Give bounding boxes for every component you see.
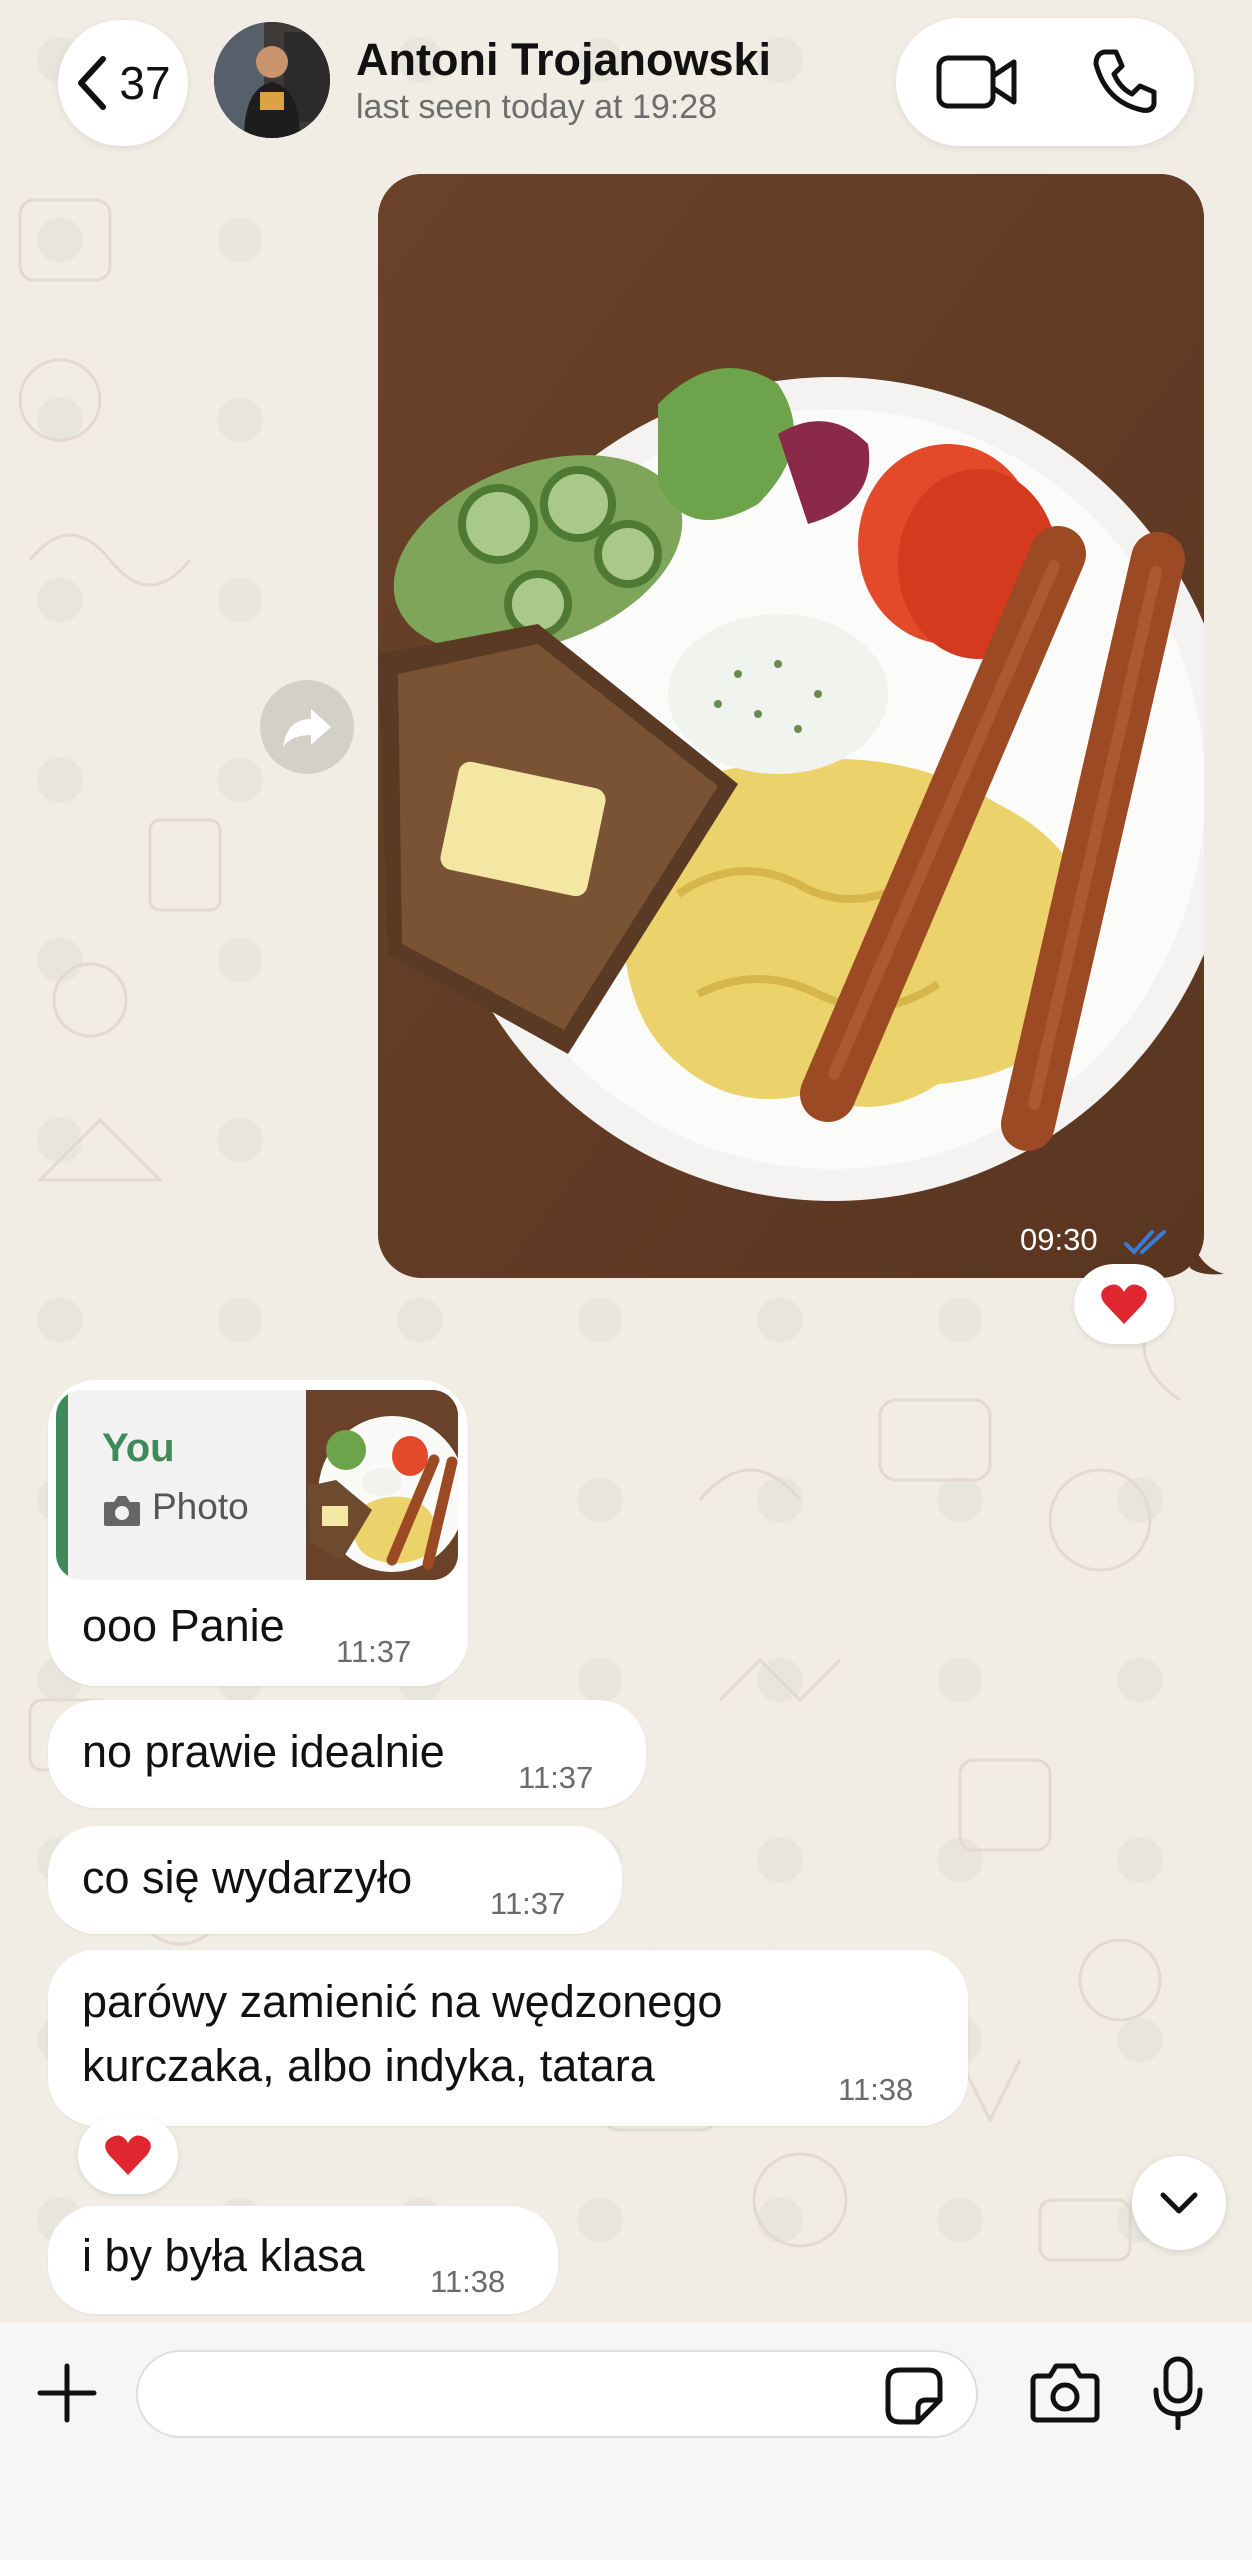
photo-timestamp: 09:30 (1020, 1222, 1098, 1257)
chevron-left-icon (78, 56, 107, 110)
message-time: 11:37 (490, 1886, 566, 1921)
message-text: co się wydarzyło (82, 1852, 413, 1903)
microphone-icon[interactable] (1152, 2356, 1204, 2430)
plus-icon[interactable] (36, 2362, 98, 2424)
phone-call-icon[interactable] (1090, 46, 1160, 116)
contact-name[interactable]: Antoni Trojanowski (356, 34, 771, 86)
video-call-icon[interactable] (936, 50, 1018, 114)
message-text: no prawie idealnie (82, 1726, 445, 1777)
avatar[interactable] (214, 22, 330, 138)
sent-photo-message[interactable] (378, 174, 1204, 1278)
back-button[interactable]: 37 (58, 20, 188, 146)
chat-header: 37 Antoni Trojanowski last seen today at… (0, 0, 1252, 170)
quote-author: You (102, 1426, 175, 1470)
quote-type: Photo (152, 1486, 249, 1527)
heart-icon (1101, 1284, 1147, 1324)
message-text: i by była klasa (82, 2230, 365, 2281)
message-text-line-1: parówy zamienić na wędzonego (82, 1976, 723, 2027)
camera-small-icon (104, 1496, 140, 1526)
quoted-reply[interactable]: You Photo (56, 1390, 458, 1580)
bubble-tail (1190, 1230, 1224, 1275)
camera-icon[interactable] (1030, 2362, 1100, 2424)
read-receipt-icon (1124, 1230, 1166, 1255)
message-reaction[interactable] (78, 2116, 178, 2194)
message-time: 11:38 (430, 2264, 506, 2299)
last-seen-status: last seen today at 19:28 (356, 88, 718, 126)
quote-thumbnail (306, 1390, 458, 1580)
forward-arrow-icon (283, 709, 331, 747)
sticker-icon[interactable] (884, 2366, 944, 2426)
forward-button[interactable] (260, 680, 354, 774)
message-input[interactable] (136, 2350, 978, 2438)
message-time: 11:37 (336, 1634, 412, 1669)
photo-reaction[interactable] (1074, 1264, 1174, 1344)
message-text: ooo Panie (82, 1600, 285, 1651)
message-time: 11:38 (838, 2072, 914, 2107)
call-actions (896, 18, 1194, 146)
message-time: 11:37 (518, 1760, 594, 1795)
chevron-down-icon (1160, 2192, 1198, 2214)
quote-accent-bar (56, 1390, 68, 1580)
breakfast-photo (378, 174, 1204, 1278)
heart-icon (105, 2135, 151, 2175)
message-text-line-2: kurczaka, albo indyka, tatara (82, 2040, 655, 2091)
scroll-to-bottom-button[interactable] (1132, 2156, 1226, 2250)
unread-count: 37 (119, 57, 171, 109)
